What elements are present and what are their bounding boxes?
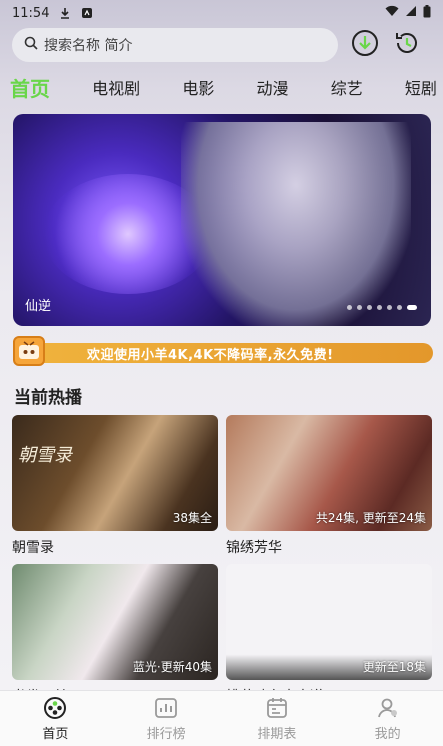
bottom-navigation: 首页 排行榜 排期表 我的: [0, 690, 443, 746]
ranking-icon: [154, 696, 178, 720]
video-card[interactable]: 蓝光·更新40集 书卷一梦: [12, 564, 218, 706]
video-card[interactable]: 共24集, 更新至24集 锦绣芳华: [226, 415, 432, 557]
tab-movies[interactable]: 电影: [180, 75, 216, 99]
nav-ranking[interactable]: 排行榜: [111, 691, 222, 746]
banner-title: 仙逆: [25, 299, 52, 314]
carousel-dot: [377, 305, 382, 310]
history-button[interactable]: [392, 30, 422, 60]
carousel-dot: [387, 305, 392, 310]
episode-badge: 更新至18集: [362, 660, 426, 674]
wifi-icon: [385, 5, 399, 21]
tab-variety[interactable]: 综艺: [329, 75, 365, 99]
carousel-dot: [397, 305, 402, 310]
episode-badge: 蓝光·更新40集: [132, 660, 212, 674]
search-icon: [24, 36, 38, 54]
carousel-dot: [367, 305, 372, 310]
notice-text: 欢迎使用小羊4K,4K不降码率,永久免费!: [87, 347, 334, 363]
search-placeholder: 搜索名称 简介: [44, 38, 133, 54]
profile-icon: [376, 696, 400, 720]
section-title: 当前热播: [14, 388, 82, 408]
nav-home-label: 首页: [42, 726, 69, 742]
history-icon: [393, 29, 421, 61]
carousel-dot: [347, 305, 352, 310]
nav-schedule[interactable]: 排期表: [222, 691, 333, 746]
video-poster: 更新至18集: [226, 564, 432, 680]
episode-badge: 38集全: [172, 511, 212, 525]
category-tabs: 首页 电视剧 电影 动漫 综艺 短剧: [8, 72, 439, 102]
carousel-dot-active: [407, 305, 417, 310]
nav-profile-label: 我的: [374, 726, 401, 742]
video-card[interactable]: 更新至18集 桃花映在水中道: [226, 564, 432, 706]
status-time: 11:54: [12, 5, 50, 21]
nav-profile[interactable]: 我的: [332, 691, 443, 746]
banner-carousel[interactable]: 仙逆: [13, 114, 431, 326]
banner-art-figure: [181, 122, 411, 326]
tab-home[interactable]: 首页: [8, 73, 52, 102]
battery-icon: [423, 4, 431, 22]
search-input[interactable]: 搜索名称 简介: [12, 28, 338, 62]
carousel-dot: [357, 305, 362, 310]
nav-home[interactable]: 首页: [0, 691, 111, 746]
tab-anime[interactable]: 动漫: [255, 75, 291, 99]
video-poster: 朝雪录 38集全: [12, 415, 218, 531]
schedule-icon: [265, 696, 289, 720]
notification-app-icon: [81, 7, 93, 19]
carousel-indicator: [347, 305, 417, 310]
video-poster: 蓝光·更新40集: [12, 564, 218, 680]
nav-schedule-label: 排期表: [257, 726, 297, 742]
download-icon: [59, 7, 71, 19]
search-row: 搜索名称 简介: [12, 28, 431, 62]
download-manager-button[interactable]: [350, 30, 380, 60]
signal-icon: [405, 5, 417, 21]
status-bar: 11:54: [0, 0, 443, 26]
nav-ranking-label: 排行榜: [146, 726, 186, 742]
video-title: 锦绣芳华: [226, 540, 282, 556]
tab-tv-series[interactable]: 电视剧: [90, 75, 142, 99]
poster-title-art: 朝雪录: [18, 445, 72, 466]
tv-mascot-icon: [13, 336, 45, 366]
home-icon: [43, 696, 67, 720]
episode-badge: 共24集, 更新至24集: [315, 511, 426, 525]
tab-short-drama[interactable]: 短剧: [403, 75, 439, 99]
notice-banner[interactable]: 欢迎使用小羊4K,4K不降码率,永久免费!: [13, 336, 433, 366]
video-card[interactable]: 朝雪录 38集全 朝雪录: [12, 415, 218, 557]
download-circle-icon: [351, 29, 379, 61]
video-poster: 共24集, 更新至24集: [226, 415, 432, 531]
video-title: 朝雪录: [12, 540, 54, 556]
notice-bar: 欢迎使用小羊4K,4K不降码率,永久免费!: [27, 343, 433, 363]
